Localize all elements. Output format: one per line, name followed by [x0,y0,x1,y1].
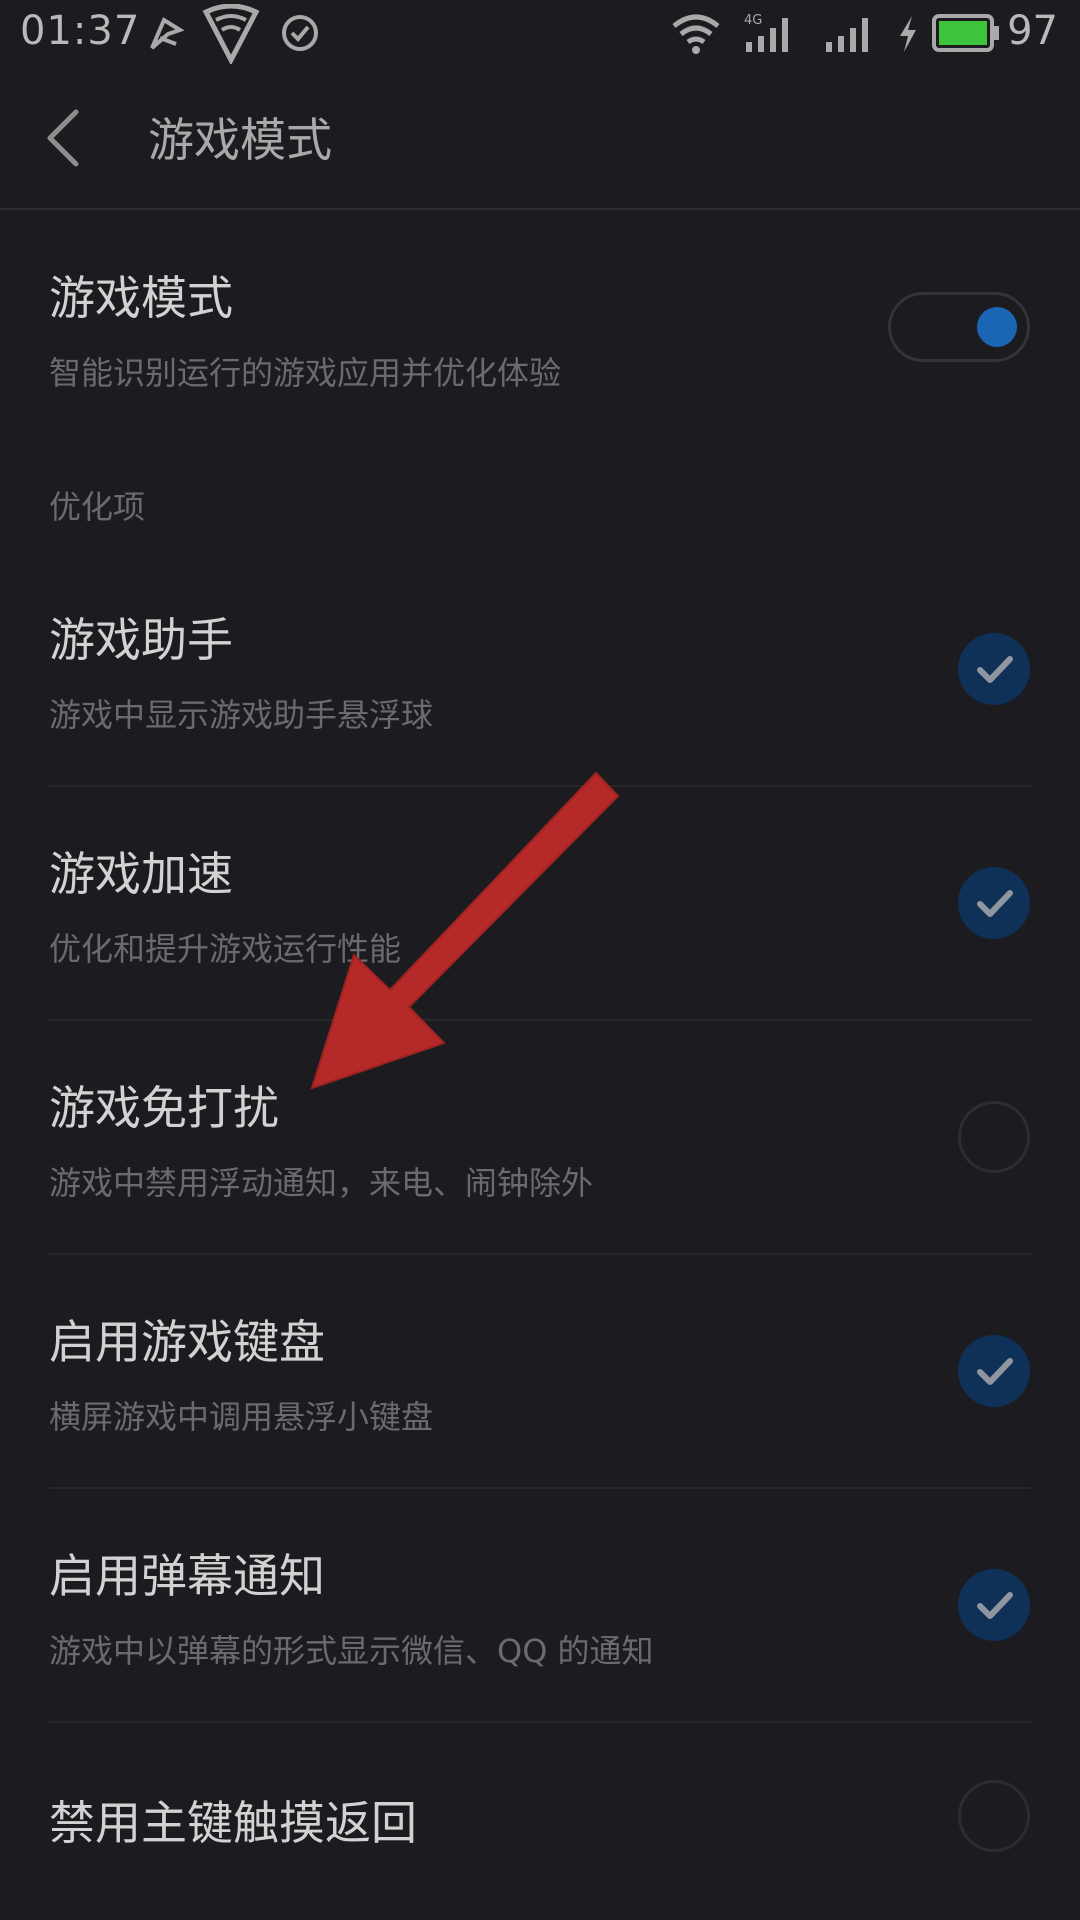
setting-title: 游戏免打扰 [49,1081,279,1135]
4g-signal-icon: 4G [744,12,796,58]
status-bar: 01:37 4G 97 [0,0,1080,66]
battery-icon [932,14,1000,56]
divider [49,1721,1031,1723]
setting-subtitle: 横屏游戏中调用悬浮小键盘 [49,1398,434,1436]
page-title: 游戏模式 [148,113,332,167]
checkbox[interactable] [958,867,1030,939]
setting-title: 游戏加速 [49,847,233,901]
check-circle-icon [280,13,320,57]
divider [49,1019,1031,1021]
setting-title: 启用游戏键盘 [49,1315,325,1369]
app-bar: 游戏模式 [0,66,1080,210]
setting-subtitle: 游戏中显示游戏助手悬浮球 [49,696,434,734]
toggle-knob [977,307,1017,347]
flag-icon [146,14,186,58]
setting-title: 禁用主键触摸返回 [49,1796,417,1850]
checkbox[interactable] [958,633,1030,705]
setting-title: 启用弹幕通知 [49,1549,325,1603]
checkbox[interactable] [958,1335,1030,1407]
setting-subtitle: 游戏中禁用浮动通知，来电、闹钟除外 [49,1164,594,1202]
divider [49,1487,1031,1489]
wifi-icon [670,12,722,60]
checkbox[interactable] [958,1569,1030,1641]
network-label: 4G [744,13,762,28]
check-icon [977,1358,1013,1385]
back-arrow-icon [47,109,79,167]
game-mode-toggle[interactable] [888,292,1030,362]
charging-icon [896,14,920,58]
setting-subtitle: 智能识别运行的游戏应用并优化体验 [49,354,562,392]
battery-percent: 97 [1007,8,1058,54]
setting-subtitle: 游戏中以弹幕的形式显示微信、QQ 的通知 [49,1632,654,1670]
setting-subtitle: 优化和提升游戏运行性能 [49,930,402,968]
divider [49,1253,1031,1255]
checkbox[interactable] [958,1101,1030,1173]
back-button[interactable] [30,102,100,172]
check-icon [977,656,1013,683]
check-icon [977,890,1013,917]
setting-title: 游戏助手 [49,613,233,667]
setting-title: 游戏模式 [49,271,233,325]
status-time: 01:37 [20,8,141,54]
check-icon [977,1592,1013,1619]
shield-wifi-icon [202,3,260,68]
signal-icon [824,14,876,58]
divider [49,785,1031,787]
checkbox[interactable] [958,1780,1030,1852]
section-header: 优化项 [49,488,146,526]
